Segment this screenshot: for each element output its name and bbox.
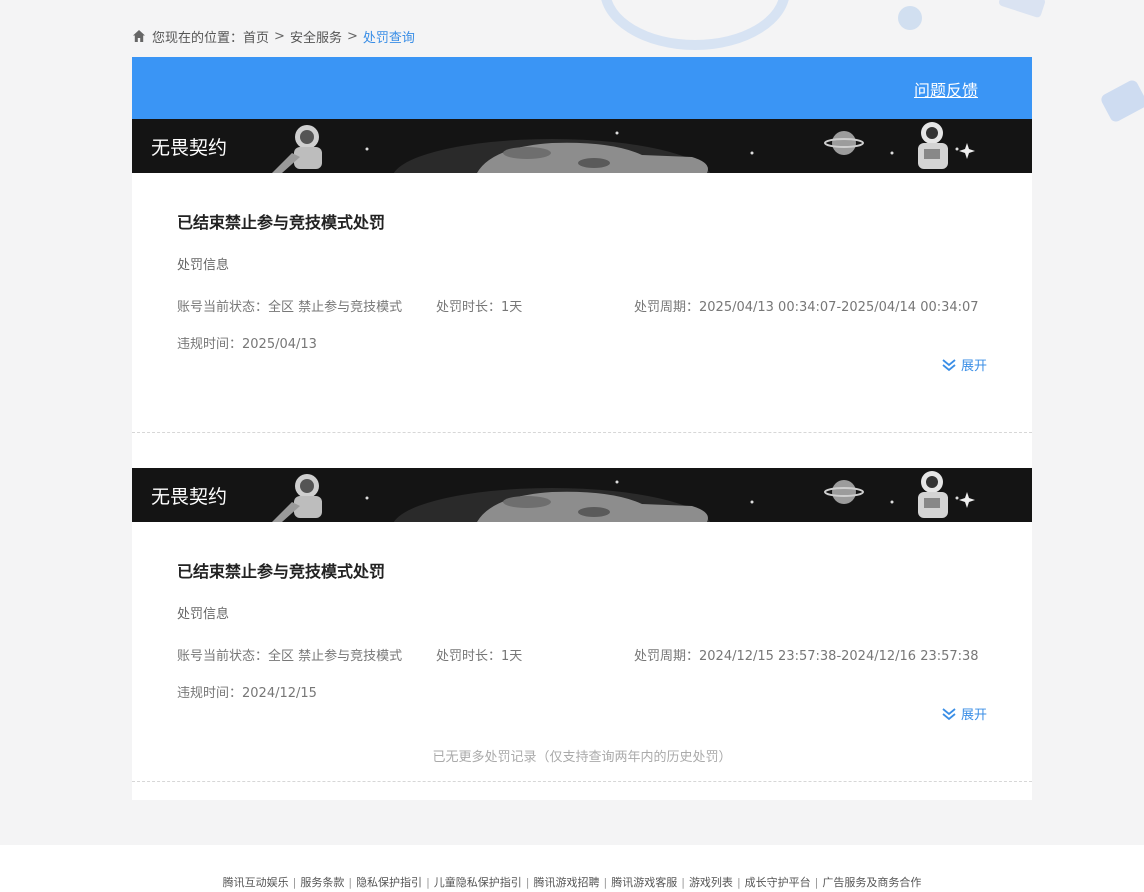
footer-link-customer-service[interactable]: 腾讯游戏客服 (611, 876, 677, 889)
footer-link-privacy[interactable]: 隐私保护指引 (356, 876, 422, 889)
breadcrumb-prefix: 您现在的位置： (152, 30, 244, 46)
footer-link-tencent-games[interactable]: 腾讯互动娱乐 (223, 876, 289, 889)
background-decoration-dot (898, 6, 922, 30)
background-decoration-shard (997, 0, 1047, 19)
footer-separator: | (814, 876, 819, 889)
breadcrumb-separator: > (274, 28, 285, 44)
punishment-duration: 处罚时长：1天 (436, 649, 523, 664)
record-body: 已结束禁止参与竞技模式处罚 处罚信息 账号当前状态：全区 禁止参与竞技模式 处罚… (177, 173, 987, 432)
footer-separator: | (292, 876, 297, 889)
breadcrumb: 您现在的位置： 首页 > 安全服务 > 处罚查询 (132, 27, 415, 46)
home-icon (132, 29, 146, 43)
punishment-duration: 处罚时长：1天 (436, 300, 523, 315)
footer-link-child-privacy[interactable]: 儿童隐私保护指引 (434, 876, 522, 889)
breadcrumb-separator: > (346, 28, 358, 44)
background-decoration-ring (600, 0, 790, 50)
background-decoration-shard (1099, 78, 1144, 124)
breadcrumb-home-link[interactable]: 首页 (243, 27, 269, 46)
footer-separator: | (348, 876, 353, 889)
record-spacer (132, 433, 1032, 468)
footer-link-growth-guard[interactable]: 成长守护平台 (745, 876, 811, 889)
footer-link-recruitment[interactable]: 腾讯游戏招聘 (534, 876, 600, 889)
footer-separator: | (603, 876, 608, 889)
section-label: 处罚信息 (177, 258, 230, 273)
record-title: 已结束禁止参与竞技模式处罚 (177, 562, 386, 581)
record-info-row: 账号当前状态：全区 禁止参与竞技模式 处罚时长：1天 处罚周期：2025/04/… (177, 296, 987, 315)
footer-separator: | (681, 876, 685, 889)
expand-label: 展开 (960, 708, 987, 723)
violation-time: 违规时间：2025/04/13 (177, 337, 317, 352)
section-label: 处罚信息 (177, 607, 230, 622)
expand-label: 展开 (960, 359, 987, 374)
punishment-panel: 问题反馈 无畏契约 已结束禁止参与竞技模式处罚 处罚信息 账号当前状态：全区 禁… (132, 57, 1032, 800)
punishment-period: 处罚周期：2025/04/13 00:34:07-2025/04/14 00:3… (634, 300, 979, 315)
feedback-link[interactable]: 问题反馈 (914, 77, 978, 101)
record-title: 已结束禁止参与竞技模式处罚 (177, 213, 386, 232)
space-banner-image (132, 119, 1032, 173)
record-info-row: 账号当前状态：全区 禁止参与竞技模式 处罚时长：1天 处罚周期：2024/12/… (177, 645, 987, 664)
space-banner-image (132, 468, 1032, 522)
double-chevron-down-icon (942, 707, 956, 720)
game-name: 无畏契约 (151, 137, 228, 159)
account-status: 账号当前状态：全区 禁止参与竞技模式 (177, 300, 403, 315)
footer-separator: | (736, 876, 741, 889)
punishment-period: 处罚周期：2024/12/15 23:57:38-2024/12/16 23:5… (634, 649, 979, 664)
footer-link-terms[interactable]: 服务条款 (300, 876, 344, 889)
account-status: 账号当前状态：全区 禁止参与竞技模式 (177, 649, 403, 664)
no-more-records-text: 已无更多处罚记录（仅支持查询两年内的历史处罚） (432, 750, 732, 765)
record-body: 已结束禁止参与竞技模式处罚 处罚信息 账号当前状态：全区 禁止参与竞技模式 处罚… (177, 522, 987, 781)
breadcrumb-security-link[interactable]: 安全服务 (290, 27, 342, 46)
violation-time: 违规时间：2024/12/15 (177, 686, 317, 701)
footer-separator: | (525, 876, 530, 889)
game-name: 无畏契约 (151, 486, 228, 508)
footer-links: 腾讯互动娱乐 | 服务条款 | 隐私保护指引 | 儿童隐私保护指引 | 腾讯游戏招聘 | 腾讯游戏客… (0, 874, 1144, 890)
panel-header: 问题反馈 (132, 57, 1032, 119)
game-banner: 无畏契约 (132, 119, 1032, 173)
footer-link-game-list[interactable]: 游戏列表 (689, 876, 733, 889)
game-banner: 无畏契约 (132, 468, 1032, 522)
footer-separator: | (426, 876, 430, 889)
double-chevron-down-icon (942, 358, 956, 371)
breadcrumb-current: 处罚查询 (362, 30, 415, 46)
expand-button[interactable]: 展开 (941, 704, 987, 723)
punishment-record: 无畏契约 已结束禁止参与竞技模式处罚 处罚信息 账号当前状态：全区 禁止参与竞技… (132, 468, 1032, 782)
punishment-record: 无畏契约 已结束禁止参与竞技模式处罚 处罚信息 账号当前状态：全区 禁止参与竞技… (132, 119, 1032, 433)
expand-button[interactable]: 展开 (941, 355, 987, 374)
footer-link-ads-business[interactable]: 广告服务及商务合作 (822, 876, 921, 889)
footer: 腾讯互动娱乐 | 服务条款 | 隐私保护指引 | 儿童隐私保护指引 | 腾讯游戏招聘 | 腾讯游戏客… (0, 845, 1144, 892)
